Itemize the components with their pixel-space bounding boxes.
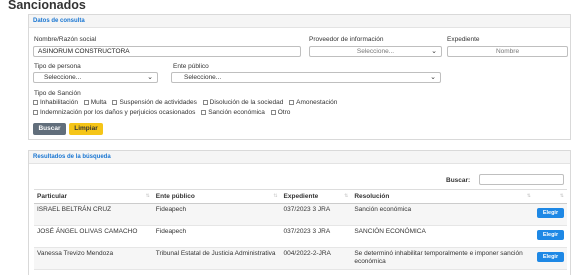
cell-action: Elegir — [533, 247, 567, 270]
checkbox-amonestacion[interactable]: Amonestación — [289, 99, 337, 106]
checkbox-suspension[interactable]: Suspensión de actividades — [112, 99, 197, 106]
results-panel-header: Resultados de la búsqueda — [29, 151, 570, 164]
results-table: Particular ⇅ Ente público ⇅ Expediente ⇅ Re… — [34, 189, 567, 270]
ente-publico-select[interactable]: Seleccione... ⌄ — [171, 72, 441, 83]
cell-ente: Tribunal Estatal de Justicia Administrat… — [152, 247, 281, 270]
column-header-resolucion[interactable]: Resolución ⇅ — [351, 189, 534, 204]
search-button[interactable]: Buscar — [33, 123, 66, 135]
search-panel: Datos de consulta Nombre/Razón social AS… — [28, 14, 571, 140]
proveedor-select[interactable]: Seleccione... ⌄ — [309, 46, 442, 57]
cell-resolucion: Se determinó inhabilitar temporalmente e… — [351, 247, 534, 270]
expediente-label: Expediente — [447, 36, 480, 43]
checkbox-disolucion[interactable]: Disolución de la sociedad — [202, 99, 284, 106]
checkbox-inhabilitacion[interactable]: Inhabilitación — [33, 99, 78, 106]
cell-ente: Fideapech — [152, 203, 281, 226]
cell-expediente: 037/2023 3 JRA — [280, 203, 352, 226]
checkbox-icon — [83, 100, 89, 105]
chevron-down-icon: ⌄ — [430, 74, 436, 81]
sort-arrows-icon: ⇅ — [559, 193, 564, 199]
checkbox-icon — [202, 100, 208, 105]
checkbox-indemnizacion[interactable]: Indemnización por los daños y perjuicios… — [33, 109, 195, 116]
tipo-persona-select[interactable]: Seleccione... ⌄ — [33, 72, 158, 83]
checkbox-multa[interactable]: Multa — [83, 99, 107, 106]
column-header-particular[interactable]: Particular ⇅ — [34, 189, 153, 204]
cell-expediente: 004/2022-2-JRA — [280, 247, 352, 270]
clear-button[interactable]: Limpiar — [69, 123, 103, 135]
sort-arrows-icon: ⇅ — [145, 193, 150, 199]
elegir-button[interactable]: Elegir — [536, 252, 564, 262]
expediente-input[interactable]: Nombre — [447, 46, 568, 57]
tipo-sancion-label: Tipo de Sanción — [34, 90, 81, 97]
column-header-ente[interactable]: Ente público ⇅ — [152, 189, 281, 204]
ente-publico-label: Ente público — [173, 63, 209, 70]
table-header-row: Particular ⇅ Ente público ⇅ Expediente ⇅ Re… — [34, 189, 567, 204]
sancion-checkboxes-row2: Indemnización por los daños y perjuicios… — [33, 109, 294, 117]
checkbox-icon — [270, 110, 276, 115]
checkbox-label: Indemnización por los daños y perjuicios… — [40, 109, 196, 116]
elegir-button[interactable]: Elegir — [536, 230, 564, 240]
sort-arrows-icon: ⇅ — [273, 193, 278, 199]
checkbox-icon — [289, 100, 295, 105]
cell-particular: JOSÉ ÁNGEL OLIVAS CAMACHO — [34, 225, 153, 248]
tipo-persona-select-value: Seleccione... — [44, 74, 82, 81]
checkbox-otro[interactable]: Otro — [270, 109, 291, 116]
elegir-button[interactable]: Elegir — [536, 208, 564, 218]
page-title: Sancionados — [8, 0, 86, 12]
tipo-persona-label: Tipo de persona — [34, 63, 81, 70]
checkbox-icon — [201, 110, 207, 115]
checkbox-label: Sanción económica — [208, 109, 265, 116]
table-search-input[interactable] — [479, 174, 564, 185]
checkbox-icon — [33, 100, 38, 105]
cell-particular: ISRAEL BELTRÁN CRUZ — [34, 203, 153, 226]
checkbox-label: Multa — [90, 99, 107, 106]
cell-expediente: 037/2023 3 JRA — [280, 225, 352, 248]
checkbox-icon — [33, 110, 38, 115]
cell-action: Elegir — [533, 203, 567, 226]
table-row: Vanessa Trevizo Mendoza Tribunal Estatal… — [34, 247, 567, 270]
cell-resolucion: Sanción económica — [351, 203, 534, 226]
nombre-label: Nombre/Razón social — [34, 36, 97, 43]
chevron-down-icon: ⌄ — [147, 74, 153, 81]
cell-particular: Vanessa Trevizo Mendoza — [34, 247, 153, 270]
table-row: ISRAEL BELTRÁN CRUZ Fideapech 037/2023 3… — [34, 203, 567, 226]
results-panel: Resultados de la búsqueda Buscar: Partic… — [28, 150, 571, 275]
proveedor-label: Proveedor de información — [309, 36, 384, 43]
checkbox-label: Inhabilitación — [40, 99, 78, 106]
column-header-expediente[interactable]: Expediente ⇅ — [280, 189, 352, 204]
table-search-label: Buscar: — [446, 177, 471, 184]
nombre-input[interactable]: ASINORUM CONSTRUCTORA — [33, 46, 301, 57]
table-row: JOSÉ ÁNGEL OLIVAS CAMACHO Fideapech 037/… — [34, 225, 567, 248]
column-header-action: ⇅ — [533, 189, 567, 204]
checkbox-label: Otro — [277, 109, 291, 116]
ente-publico-select-value: Seleccione... — [184, 74, 222, 81]
sancion-checkboxes-row1: Inhabilitación Multa Suspensión de activ… — [33, 99, 341, 107]
cell-action: Elegir — [533, 225, 567, 248]
sort-arrows-icon: ⇅ — [344, 193, 349, 199]
checkbox-label: Disolución de la sociedad — [209, 99, 284, 106]
search-panel-header: Datos de consulta — [29, 15, 570, 28]
checkbox-icon — [112, 100, 118, 105]
sort-arrows-icon: ⇅ — [526, 193, 531, 199]
cell-ente: Fideapech — [152, 225, 281, 248]
proveedor-select-value: Seleccione... — [356, 48, 395, 55]
checkbox-label: Amonestación — [296, 99, 338, 106]
chevron-down-icon: ⌄ — [431, 48, 437, 55]
checkbox-sancion-economica[interactable]: Sanción económica — [201, 109, 265, 116]
checkbox-label: Suspensión de actividades — [119, 99, 197, 106]
cell-resolucion: SANCIÓN ECONÓMICA — [351, 225, 534, 248]
